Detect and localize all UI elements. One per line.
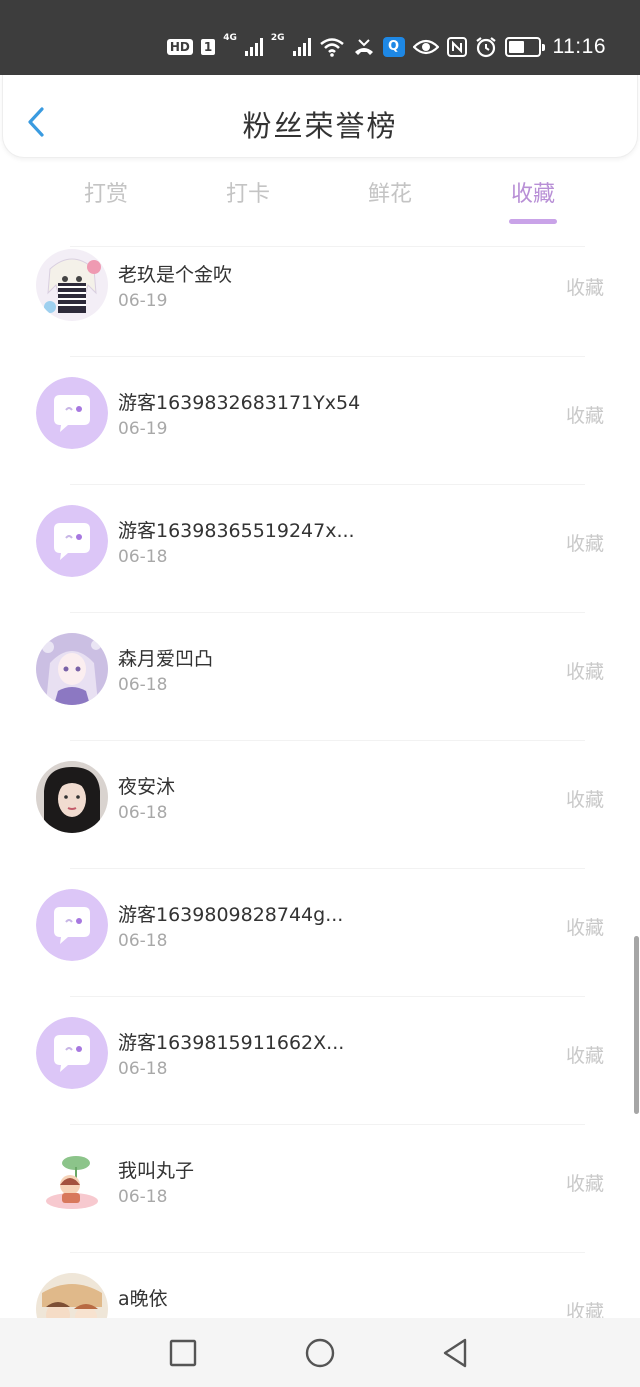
tab-reward[interactable]: 打赏 [56,176,156,224]
favorite-date: 06-19 [118,419,168,439]
tab-favorites[interactable]: 收藏 [483,176,583,224]
divider [70,996,585,997]
status-icons: HD 1 4G 2G Q 11:16 [166,30,606,64]
tab-label: 鲜花 [367,182,412,207]
circle-icon[interactable] [303,1336,337,1370]
battery-icon [504,37,545,57]
default-chat-avatar-icon [36,1017,108,1089]
signal-icon-2 [292,38,311,56]
fan-list[interactable]: 老玖是个金吹 06-19 收藏 游客1639832683171Yx54 06-1… [0,246,640,1318]
action-label: 收藏 [565,917,604,939]
favorite-date: 06-19 [118,291,168,311]
page-title: 粉丝荣誉榜 [242,109,398,143]
default-chat-avatar-icon [36,377,108,449]
user-name: 游客16398365519247x... [118,520,355,542]
list-item[interactable]: 游客1639815911662X... 06-18 收藏 [0,996,640,1124]
user-avatar [36,1145,108,1217]
system-nav-bar [0,1318,640,1387]
default-chat-avatar-icon [36,505,108,577]
list-item[interactable]: 游客1639832683171Yx54 06-19 收藏 [0,356,640,484]
divider [70,1252,585,1253]
list-item[interactable]: 我叫丸子 06-18 收藏 [0,1124,640,1252]
tab-label: 打赏 [83,182,128,207]
action-label: 收藏 [565,277,604,299]
action-label: 收藏 [565,661,604,683]
default-chat-avatar-icon [36,889,108,961]
missed-call-icon [354,39,373,55]
wifi-icon [319,38,344,57]
divider [70,868,585,869]
action-label: 收藏 [565,1301,604,1318]
tab-label: 打卡 [225,182,270,207]
list-item[interactable]: a晚依 收藏 [0,1252,640,1318]
eye-comfort-icon [412,39,439,55]
user-name: 游客1639815911662X... [118,1032,345,1054]
tab-flowers[interactable]: 鲜花 [340,176,440,224]
favorite-date: 06-18 [118,1059,168,1079]
favorite-date: 06-18 [118,803,168,823]
scrollbar[interactable] [634,936,639,1114]
list-item[interactable]: 夜安沐 06-18 收藏 [0,740,640,868]
user-name: 老玖是个金吹 [118,264,233,286]
ranking-tabs: 打赏 打卡 鲜花 收藏 [0,168,640,230]
divider [70,612,585,613]
user-name: 夜安沐 [118,776,176,798]
favorite-date: 06-18 [118,931,168,951]
favorite-date: 06-18 [118,675,168,695]
action-label: 收藏 [565,789,604,811]
square-icon[interactable] [166,1336,200,1370]
top-app-bar: 粉丝荣誉榜 [2,75,638,158]
search-app-icon: Q [382,37,405,57]
user-avatar [36,633,108,705]
user-name: 游客1639809828744g... [118,904,344,926]
status-time: 11:16 [552,35,606,58]
sim-icon: 1 [200,39,216,55]
user-avatar [36,761,108,833]
user-avatar [36,249,108,321]
favorite-date: 06-18 [118,547,168,567]
hd-voice-icon: HD [166,39,193,55]
user-name: 游客1639832683171Yx54 [118,392,361,414]
tab-checkin[interactable]: 打卡 [198,176,298,224]
list-item[interactable]: 老玖是个金吹 06-19 收藏 [0,246,640,374]
list-item[interactable]: 森月爱凹凸 06-18 收藏 [0,612,640,740]
divider [70,356,585,357]
list-item[interactable]: 游客16398365519247x... 06-18 收藏 [0,484,640,612]
action-label: 收藏 [565,533,604,555]
action-label: 收藏 [565,405,604,427]
network-type-2g: 2G [270,33,285,43]
user-avatar [36,1273,108,1318]
user-name: 森月爱凹凸 [118,648,214,670]
active-tab-indicator [509,219,557,224]
favorite-date: 06-18 [118,1187,168,1207]
alarm-icon [475,37,496,58]
user-name: a晚依 [118,1288,168,1310]
status-bar: HD 1 4G 2G Q 11:16 [0,0,640,75]
action-label: 收藏 [565,1045,604,1067]
divider [70,1124,585,1125]
nfc-icon [446,37,467,57]
divider [70,484,585,485]
signal-icon [244,38,263,56]
triangle-back-icon[interactable] [438,1336,472,1370]
divider [70,246,585,247]
tab-label: 收藏 [510,182,555,207]
list-item[interactable]: 游客1639809828744g... 06-18 收藏 [0,868,640,996]
network-type-4g: 4G [223,33,237,43]
action-label: 收藏 [565,1173,604,1195]
user-name: 我叫丸子 [118,1160,195,1182]
divider [70,740,585,741]
